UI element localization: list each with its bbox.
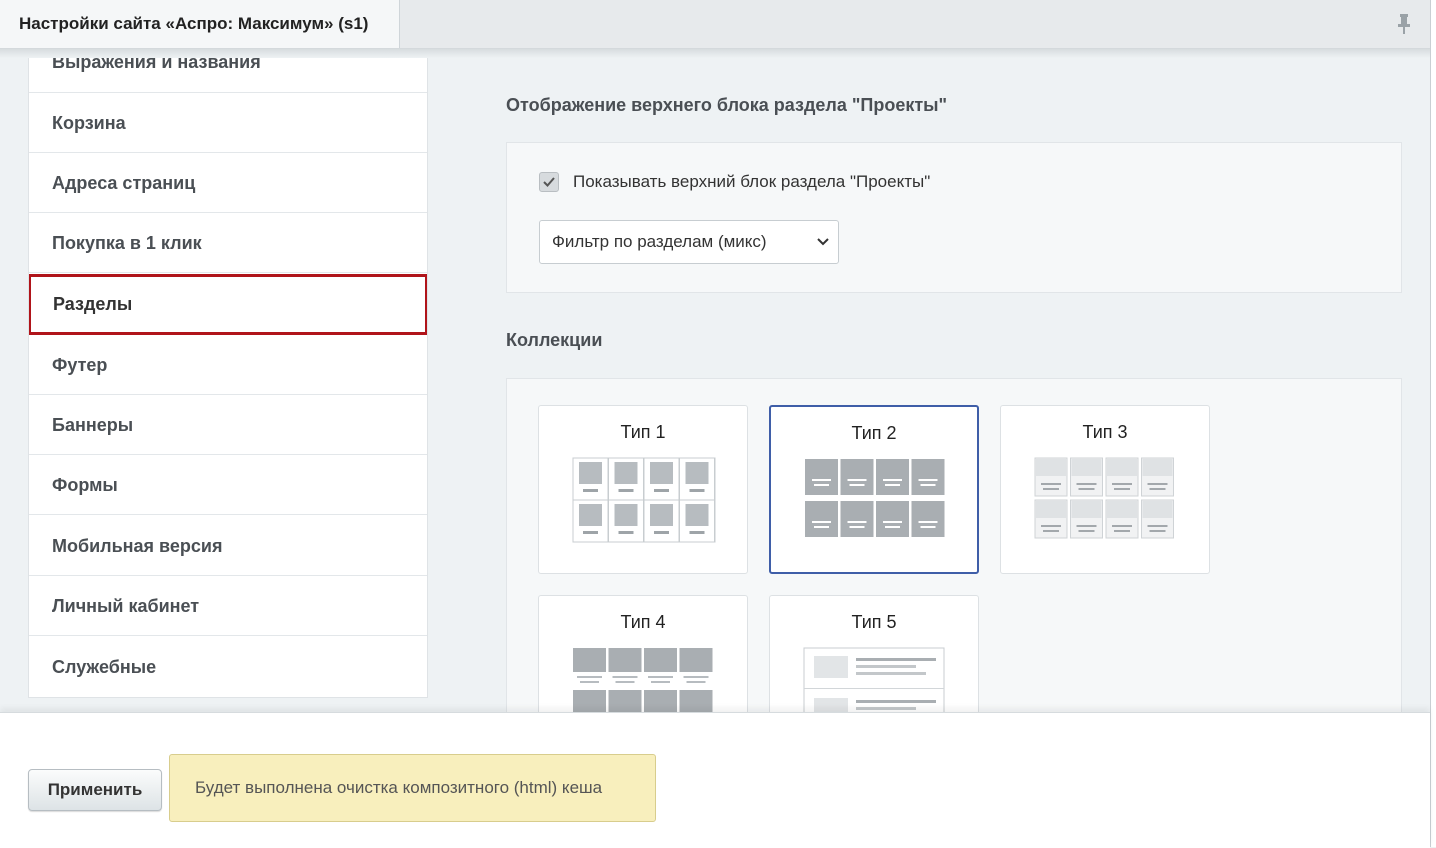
pin-icon[interactable] bbox=[1396, 12, 1412, 36]
top-block-panel bbox=[506, 142, 1402, 293]
apply-button[interactable]: Применить bbox=[28, 769, 162, 811]
window-tab-bar: Настройки сайта «Аспро: Максимум» (s1) bbox=[0, 0, 1430, 49]
show-top-block-label[interactable]: Показывать верхний блок раздела "Проекты… bbox=[573, 171, 930, 193]
sidebar-item-forms[interactable]: Формы bbox=[29, 455, 427, 515]
top-block-type-select[interactable]: Фильтр по разделам (микс) bbox=[539, 220, 839, 264]
sidebar-item-banners[interactable]: Баннеры bbox=[29, 395, 427, 455]
cache-notice: Будет выполнена очистка композитного (ht… bbox=[169, 754, 656, 822]
sidebar-item-mobile[interactable]: Мобильная версия bbox=[29, 516, 427, 576]
collection-type-2-label: Тип 2 bbox=[851, 423, 897, 443]
collection-type-2-card[interactable]: Тип 2 bbox=[769, 405, 979, 574]
checkmark-icon bbox=[543, 177, 555, 187]
collection-type-3-label: Тип 3 bbox=[1082, 422, 1128, 442]
top-block-title: Отображение верхнего блока раздела "Прое… bbox=[506, 95, 948, 115]
sidebar-item-account[interactable]: Личный кабинет bbox=[29, 576, 427, 636]
page-edge bbox=[1430, 0, 1436, 847]
tab-bar-shadow bbox=[0, 48, 1430, 58]
select-value: Фильтр по разделам (микс) bbox=[552, 232, 767, 251]
sidebar-item-one-click-buy[interactable]: Покупка в 1 клик bbox=[29, 213, 427, 273]
collection-type-1-label: Тип 1 bbox=[620, 422, 666, 442]
collections-title: Коллекции bbox=[506, 330, 603, 350]
collection-type-4-label: Тип 4 bbox=[620, 612, 666, 632]
sidebar-item-expressions[interactable]: Выражения и названия bbox=[29, 58, 427, 93]
chevron-down-icon bbox=[817, 238, 829, 246]
show-top-block-checkbox[interactable] bbox=[539, 172, 559, 192]
collection-type-3-card[interactable]: Тип 3 bbox=[1000, 405, 1210, 574]
sidebar-item-service[interactable]: Служебные bbox=[29, 637, 427, 697]
collection-type-5-label: Тип 5 bbox=[851, 612, 897, 632]
collection-type-1-card[interactable]: Тип 1 bbox=[538, 405, 748, 574]
settings-sidebar: Выражения и названия Корзина Адреса стра… bbox=[28, 58, 428, 698]
sidebar-item-cart[interactable]: Корзина bbox=[29, 93, 427, 153]
sidebar-item-page-addresses[interactable]: Адреса страниц bbox=[29, 153, 427, 213]
window-title-tab[interactable]: Настройки сайта «Аспро: Максимум» (s1) bbox=[0, 0, 400, 48]
sidebar-item-footer[interactable]: Футер bbox=[29, 335, 427, 395]
sidebar-item-sections[interactable]: Разделы bbox=[29, 274, 427, 335]
